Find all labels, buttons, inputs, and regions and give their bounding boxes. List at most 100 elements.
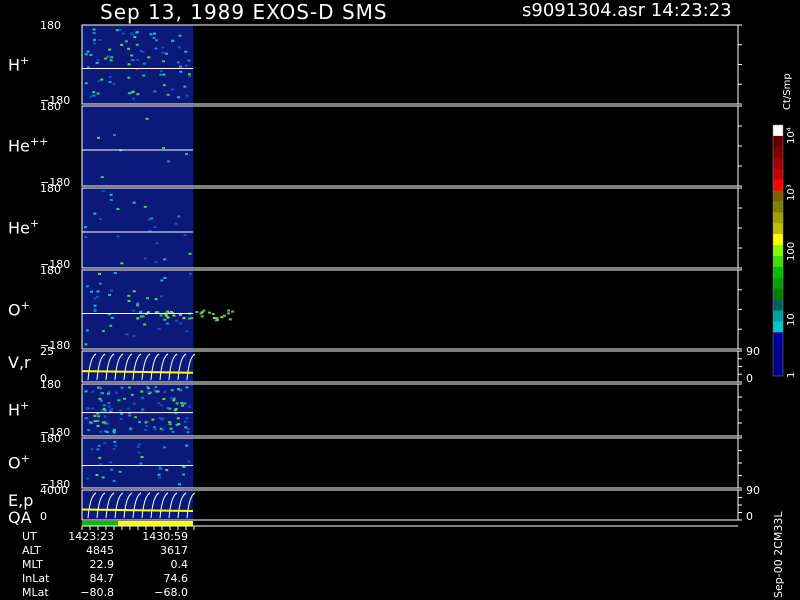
info-cell: 4845	[86, 544, 114, 557]
heat-cell	[178, 483, 181, 486]
panel-label-3: O+	[8, 298, 30, 319]
heat-cell	[162, 73, 166, 76]
heat-cell	[146, 390, 150, 393]
heat-cell	[163, 390, 167, 393]
heat-cell	[114, 391, 118, 394]
heat-cell	[101, 330, 105, 333]
heat-cell	[142, 62, 146, 65]
heat-cell	[171, 430, 175, 433]
info-cell: 74.6	[163, 572, 189, 585]
heat-cell	[97, 415, 101, 418]
colorbar-cell	[773, 354, 783, 366]
heat-cell	[100, 78, 104, 81]
heat-cell	[109, 461, 113, 464]
heat-cell	[186, 428, 190, 431]
heat-cell	[137, 443, 141, 446]
heat-cell	[155, 39, 159, 42]
heat-cell	[177, 96, 181, 99]
heat-cell	[97, 80, 101, 83]
panel-data-1	[82, 106, 193, 186]
heat-cell	[105, 431, 109, 433]
heat-cell	[129, 428, 133, 431]
heat-cell	[170, 397, 174, 400]
heat-cell	[145, 117, 149, 120]
heat-cell	[134, 416, 137, 419]
colorbar-cell	[773, 321, 783, 333]
heat-cell	[131, 59, 135, 62]
heat-cell	[153, 428, 157, 431]
heat-cell	[195, 311, 199, 313]
colorbar-cell	[773, 168, 783, 181]
heat-cell	[107, 402, 111, 405]
heat-cell	[159, 404, 163, 407]
heat-cell	[176, 61, 180, 64]
heat-cell	[108, 81, 112, 83]
heat-cell	[165, 52, 169, 55]
heat-cell	[178, 46, 182, 49]
heat-cell	[177, 423, 181, 426]
heat-cell	[140, 456, 144, 459]
heat-cell	[186, 431, 190, 434]
heat-cell	[200, 311, 204, 314]
heat-cell	[140, 397, 144, 400]
qa-good-bar	[82, 521, 118, 526]
colorbar-cell	[773, 256, 783, 268]
heat-cell	[179, 70, 183, 73]
heat-cell	[228, 318, 232, 321]
heat-cell	[91, 390, 95, 393]
heat-cell	[164, 314, 168, 317]
panel-label-1: He++	[8, 135, 49, 156]
heat-cell	[140, 390, 144, 393]
heat-cell	[135, 43, 139, 46]
colorbar-cell	[773, 190, 783, 202]
heat-cell	[147, 56, 151, 59]
heat-cell	[92, 28, 96, 31]
heat-cell	[90, 290, 93, 293]
heat-cell	[162, 84, 166, 87]
heat-cell	[177, 388, 181, 391]
colorbar-cell	[773, 266, 783, 279]
heat-cell	[154, 298, 158, 301]
heat-cell	[187, 460, 191, 463]
heat-cell	[160, 69, 163, 72]
colorbar-cell	[773, 277, 783, 290]
heat-cell	[95, 296, 99, 298]
heat-cell	[166, 93, 170, 96]
heat-cell	[93, 308, 97, 311]
right-tick-top-4: 90	[746, 345, 760, 358]
heat-cell	[84, 343, 88, 346]
heat-cell	[92, 94, 96, 97]
heat-cell	[133, 36, 137, 39]
heat-cell	[166, 407, 170, 410]
tick-bottom-7: 0	[40, 510, 47, 523]
heat-cell	[185, 153, 188, 156]
heat-cell	[161, 417, 165, 420]
heat-cell	[211, 312, 215, 315]
heat-cell	[165, 469, 169, 472]
heat-cell	[151, 418, 155, 421]
heat-cell	[177, 215, 181, 218]
colorbar-cell	[773, 223, 783, 235]
heat-cell	[88, 421, 92, 424]
info-cell: 84.7	[89, 572, 115, 585]
heat-cell	[101, 190, 105, 193]
info-cell: 1430:59	[142, 530, 188, 543]
heat-cell	[106, 392, 110, 395]
heat-cell	[96, 290, 100, 293]
heat-cell	[166, 310, 169, 313]
right-tick-top-7: 90	[746, 484, 760, 497]
right-tick-bottom-4: 0	[746, 372, 753, 385]
info-cell: ALT	[22, 544, 41, 557]
heat-cell	[153, 426, 156, 429]
heat-cell	[168, 423, 172, 426]
heat-cell	[87, 66, 90, 69]
version-label: Sep-00 2CM33L	[772, 511, 785, 599]
heat-cell	[108, 48, 112, 51]
heat-cell	[121, 32, 125, 35]
heat-cell	[163, 258, 167, 261]
colorbar-cell	[773, 332, 783, 344]
heat-cell	[136, 59, 140, 61]
info-cell: 22.9	[89, 558, 115, 571]
heat-cell	[154, 261, 158, 264]
heat-cell	[113, 440, 117, 443]
